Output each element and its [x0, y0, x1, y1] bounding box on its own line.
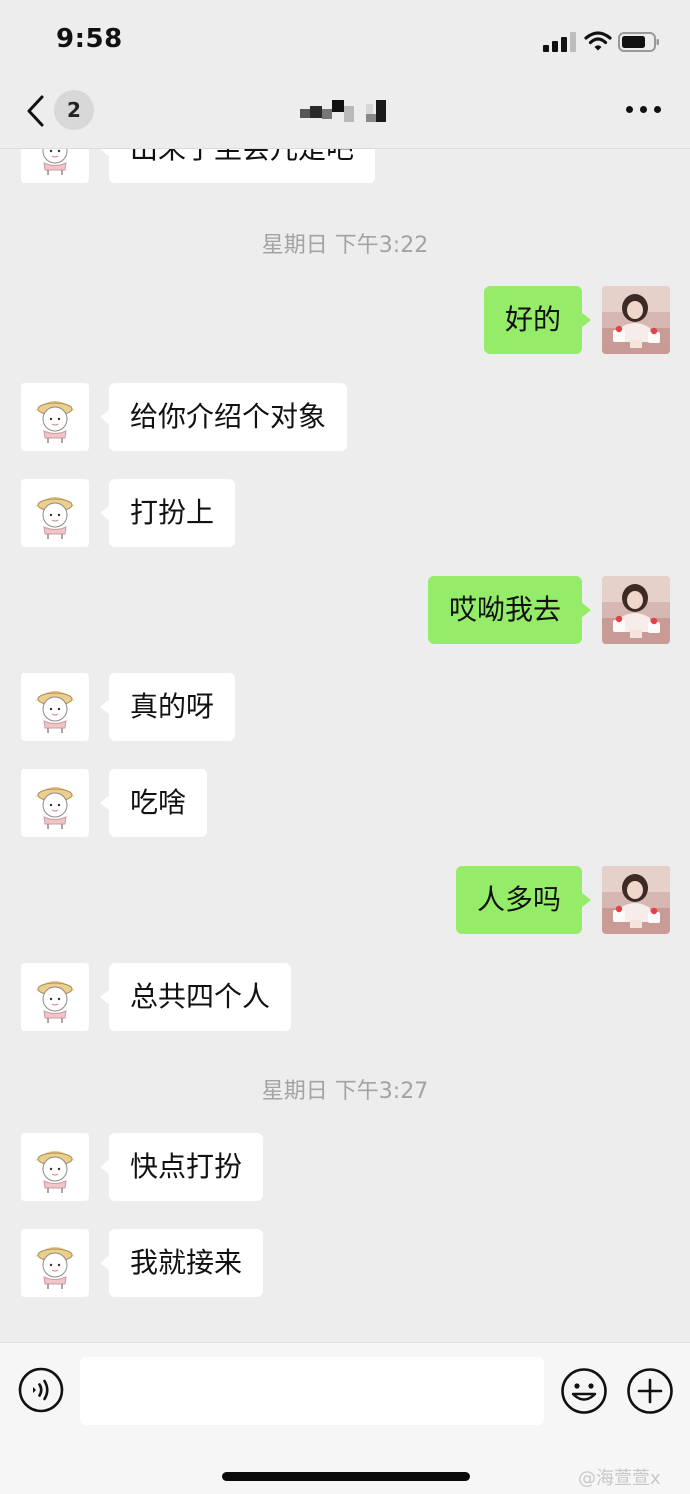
message-bubble-received[interactable]: 快点打扮 [99, 1133, 264, 1201]
emoji-icon[interactable] [560, 1367, 608, 1415]
message-bubble-received[interactable]: 真的呀 [99, 673, 236, 741]
photo-avatar-icon [602, 286, 670, 354]
chat-header: 2 [0, 80, 690, 149]
message-bubble-sent[interactable]: 人多吗 [455, 866, 592, 934]
home-indicator[interactable] [222, 1472, 470, 1481]
my-avatar[interactable] [602, 576, 670, 644]
photo-avatar-icon [602, 576, 670, 644]
wifi-icon [584, 31, 612, 51]
input-toolbar: @海萱萱x [0, 1342, 690, 1494]
photo-avatar-icon [602, 866, 670, 934]
voice-icon[interactable] [18, 1367, 64, 1413]
cartoon-avatar-icon [21, 149, 89, 183]
message-input[interactable] [80, 1357, 544, 1425]
message-bubble-received[interactable]: 总共四个人 [99, 963, 292, 1031]
cartoon-avatar-icon [21, 673, 89, 741]
message-timestamp: 星期日 下午3:22 [261, 233, 429, 258]
message-bubble-received[interactable]: 出来了坐会儿是吧 [99, 149, 376, 183]
message-bubble-sent[interactable]: 哎呦我去 [427, 576, 592, 644]
contact-avatar[interactable] [21, 1229, 89, 1297]
contact-avatar[interactable] [21, 1133, 89, 1201]
status-bar: 9:58 [0, 0, 690, 80]
message-bubble-received[interactable]: 吃啥 [99, 769, 208, 837]
message-bubble-received[interactable]: 给你介绍个对象 [99, 383, 348, 451]
chat-title-redacted [300, 100, 390, 122]
contact-avatar[interactable] [21, 963, 89, 1031]
my-avatar[interactable] [602, 286, 670, 354]
battery-icon [618, 32, 659, 52]
message-list[interactable]: 出来了坐会儿是吧 星期日 下午3:22 好的 给你介绍个对象 打扮上 哎呦我去 … [0, 149, 690, 1342]
cartoon-avatar-icon [21, 1133, 89, 1201]
cartoon-avatar-icon [21, 1229, 89, 1297]
plus-icon[interactable] [626, 1367, 674, 1415]
cartoon-avatar-icon [21, 769, 89, 837]
my-avatar[interactable] [602, 866, 670, 934]
status-time: 9:58 [56, 24, 123, 54]
unread-count-badge[interactable]: 2 [54, 90, 94, 130]
contact-avatar[interactable] [21, 479, 89, 547]
message-bubble-sent[interactable]: 好的 [483, 286, 592, 354]
message-bubble-received[interactable]: 我就接来 [99, 1229, 264, 1297]
contact-avatar[interactable] [21, 769, 89, 837]
watermark: @海萱萱x [578, 1468, 661, 1489]
contact-avatar[interactable] [21, 383, 89, 451]
cartoon-avatar-icon [21, 963, 89, 1031]
message-timestamp: 星期日 下午3:27 [261, 1079, 429, 1104]
message-bubble-received[interactable]: 打扮上 [99, 479, 236, 547]
more-dots-icon[interactable] [626, 106, 662, 116]
cartoon-avatar-icon [21, 383, 89, 451]
chevron-left-icon[interactable] [22, 94, 50, 128]
cellular-signal-icon [543, 32, 576, 52]
contact-avatar[interactable] [21, 673, 89, 741]
cartoon-avatar-icon [21, 479, 89, 547]
contact-avatar[interactable] [21, 149, 89, 183]
